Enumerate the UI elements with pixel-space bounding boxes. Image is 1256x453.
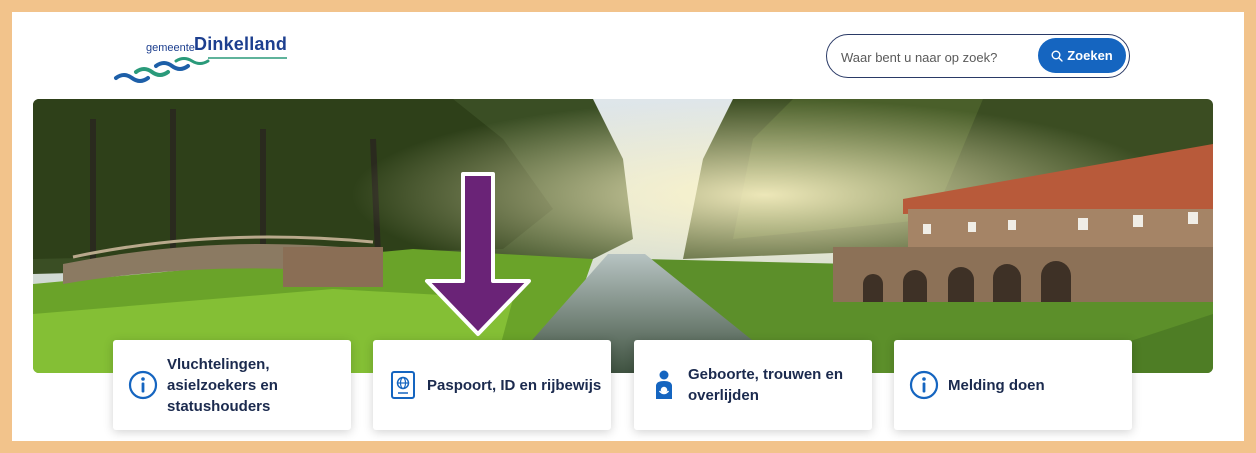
tile-vluchtelingen[interactable]: Vluchtelingen, asielzoekers en statushou… [113,340,351,430]
site-logo[interactable]: gemeente Dinkelland [112,34,292,86]
info-circle-icon [127,369,159,401]
tile-label: Melding doen [948,376,1045,394]
logo-waves-icon [114,57,287,83]
search-icon [1051,50,1063,62]
tile-geboorte[interactable]: Geboorte, trouwen en overlijden [634,340,872,430]
tile-label: Paspoort, ID en rijbewijs [427,376,602,394]
info-circle-icon [908,369,940,401]
search-bar: Zoeken [826,34,1130,78]
tile-melding[interactable]: Melding doen [894,340,1132,430]
person-baby-icon [648,369,680,401]
search-button[interactable]: Zoeken [1038,38,1126,73]
passport-icon [387,369,419,401]
search-button-label: Zoeken [1067,48,1113,63]
hero-image [33,99,1213,373]
tile-label: Vluchtelingen, asielzoekers en statushou… [167,355,278,415]
page-frame: gemeente Dinkelland Zoeken [12,12,1244,441]
search-input[interactable] [839,43,1033,71]
tile-paspoort[interactable]: Paspoort, ID en rijbewijs [373,340,611,430]
tile-label: Geboorte, trouwen en overlijden [688,366,844,404]
